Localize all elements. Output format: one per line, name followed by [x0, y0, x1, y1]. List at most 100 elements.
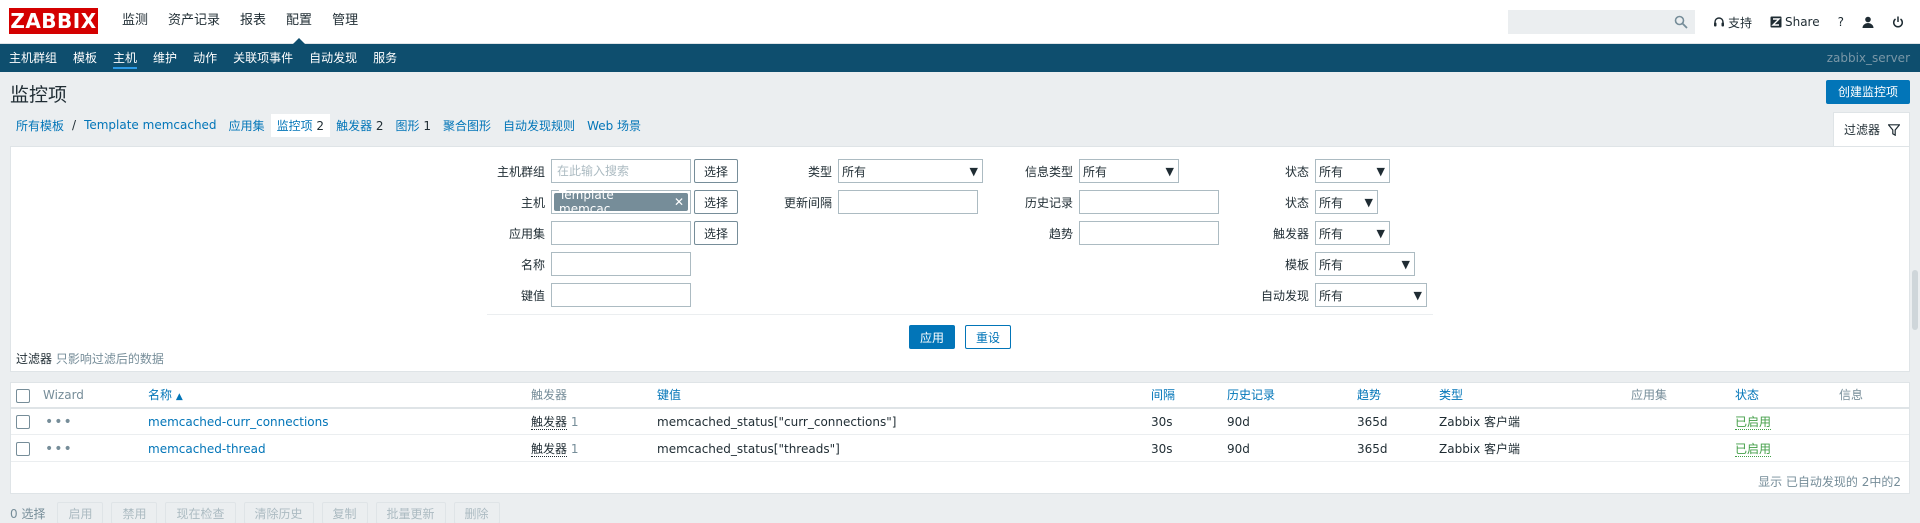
item-name-link[interactable]: memcached-thread: [148, 436, 266, 462]
filter-history-row: 历史记录: [1009, 190, 1219, 214]
filter-update-interval-label: 更新间隔: [783, 195, 832, 210]
filter-host-select-button[interactable]: 选择: [694, 190, 739, 214]
disable-button[interactable]: 禁用: [111, 502, 158, 523]
item-name-link[interactable]: memcached-curr_connections: [148, 409, 328, 435]
col-name[interactable]: 名称 ▲: [148, 383, 183, 409]
item-triggers[interactable]: 触发器 1: [531, 436, 578, 462]
filter-state-select[interactable]: 所有 ▼: [1315, 159, 1390, 183]
select-all-checkbox[interactable]: [16, 389, 30, 403]
submenu-templates[interactable]: 模板: [65, 44, 105, 72]
filter-type-value: 所有: [842, 164, 867, 179]
filter-status-select[interactable]: 所有 ▼: [1315, 190, 1378, 214]
filter-host-group-select-button[interactable]: 选择: [694, 159, 739, 183]
filter-name-input[interactable]: [551, 252, 691, 276]
menu-configuration[interactable]: 配置: [276, 0, 322, 44]
filter-update-interval-input[interactable]: [838, 190, 978, 214]
triggers-link[interactable]: 触发器: [531, 415, 568, 430]
tab-discovery-rules[interactable]: 自动发现规则: [497, 114, 581, 137]
tab-triggers-count: 2: [375, 118, 384, 133]
support-link[interactable]: 支持: [1707, 14, 1758, 31]
filter-discovered-select[interactable]: 所有 ▼: [1315, 283, 1427, 307]
filter-application-select-button[interactable]: 选择: [694, 221, 739, 245]
col-key[interactable]: 键值: [657, 383, 681, 407]
breadcrumb-all-templates[interactable]: 所有模板: [10, 114, 70, 137]
help-link[interactable]: ?: [1832, 15, 1850, 29]
check-now-button[interactable]: 现在检查: [165, 502, 236, 523]
tab-screens[interactable]: 聚合图形: [437, 114, 497, 137]
page-scrollbar[interactable]: [1912, 270, 1918, 330]
item-type: Zabbix 客户端: [1439, 415, 1521, 429]
tab-items[interactable]: 监控项 2: [270, 113, 331, 137]
filter-history-label: 历史记录: [1024, 195, 1073, 210]
row-checkbox[interactable]: [16, 442, 30, 456]
remove-chip-icon[interactable]: ✕: [674, 195, 684, 209]
tab-web-scenarios[interactable]: Web 场景: [581, 114, 647, 137]
col-trends[interactable]: 趋势: [1357, 383, 1381, 407]
filter-info-type-select[interactable]: 所有 ▼: [1079, 159, 1179, 183]
enable-button[interactable]: 启用: [57, 502, 104, 523]
filter-host-multiselect[interactable]: Template memcac... ✕: [551, 188, 691, 216]
filter-application-input[interactable]: [551, 221, 691, 245]
zabbix-logo[interactable]: ZABBIX: [9, 8, 98, 34]
filter-discovered-row: 自动发现 所有 ▼: [1241, 283, 1427, 307]
tab-triggers[interactable]: 触发器 2: [330, 114, 389, 137]
menu-inventory[interactable]: 资产记录: [158, 0, 230, 44]
breadcrumb-template[interactable]: Template memcached: [78, 115, 223, 135]
profile-link[interactable]: [1856, 16, 1880, 28]
status-enabled-link[interactable]: 已启用: [1735, 442, 1772, 457]
filter-key-label: 键值: [520, 288, 545, 303]
submenu-actions[interactable]: 动作: [185, 44, 225, 72]
submenu-hosts[interactable]: 主机: [105, 44, 145, 72]
submenu-services[interactable]: 服务: [365, 44, 405, 72]
submenu-correlation[interactable]: 关联项事件: [225, 44, 301, 72]
support-label: 支持: [1727, 15, 1752, 30]
col-history[interactable]: 历史记录: [1227, 383, 1275, 407]
filter-host-group-input[interactable]: [551, 159, 691, 183]
status-enabled-link[interactable]: 已启用: [1735, 415, 1772, 430]
tab-applications[interactable]: 应用集: [223, 114, 271, 137]
logout-link[interactable]: [1886, 16, 1910, 28]
col-info: 信息: [1839, 388, 1864, 402]
create-item-button[interactable]: 创建监控项: [1825, 80, 1910, 104]
wizard-menu-icon[interactable]: •••: [45, 409, 73, 435]
submenu-host-groups[interactable]: 主机群组: [1, 44, 65, 72]
copy-button[interactable]: 复制: [321, 502, 368, 523]
submenu-discovery[interactable]: 自动发现: [301, 44, 365, 72]
clear-history-button[interactable]: 清除历史: [243, 502, 314, 523]
filter-reset-button[interactable]: 重设: [965, 325, 1012, 349]
wizard-menu-icon[interactable]: •••: [45, 436, 73, 462]
menu-monitoring[interactable]: 监测: [112, 0, 158, 44]
menu-administration[interactable]: 管理: [322, 0, 368, 44]
filter-discovered-label: 自动发现: [1260, 288, 1309, 303]
col-status[interactable]: 状态: [1735, 383, 1759, 407]
delete-button[interactable]: 删除: [453, 502, 500, 523]
triggers-link[interactable]: 触发器: [531, 442, 568, 457]
tab-graphs[interactable]: 图形 1: [390, 114, 437, 137]
col-interval[interactable]: 间隔: [1151, 383, 1175, 407]
item-status[interactable]: 已启用: [1735, 409, 1772, 435]
main-menu: 监测 资产记录 报表 配置 管理: [112, 0, 368, 44]
filter-type-label: 类型: [807, 164, 832, 179]
filter-triggers-select[interactable]: 所有 ▼: [1315, 221, 1390, 245]
share-link[interactable]: Share: [1764, 15, 1826, 29]
filter-application-row: 应用集 选择: [481, 221, 739, 245]
filter-type-select[interactable]: 所有 ▼: [838, 159, 983, 183]
filter-toggle[interactable]: 过滤器: [1833, 112, 1910, 146]
search-icon[interactable]: [1674, 15, 1688, 29]
row-checkbox[interactable]: [16, 415, 30, 429]
filter-host-label: 主机: [520, 195, 545, 210]
filter-key-input[interactable]: [551, 283, 691, 307]
menu-reports[interactable]: 报表: [230, 0, 276, 44]
filter-apply-button[interactable]: 应用: [909, 325, 956, 349]
tab-graphs-label: 图形: [395, 118, 420, 133]
submenu-maintenance[interactable]: 维护: [145, 44, 185, 72]
filter-template-select[interactable]: 所有 ▼: [1315, 252, 1415, 276]
page-header: 监控项 创建监控项: [0, 72, 1920, 112]
mass-update-button[interactable]: 批量更新: [375, 502, 446, 523]
global-search-input[interactable]: [1508, 11, 1694, 33]
item-status[interactable]: 已启用: [1735, 436, 1772, 462]
item-triggers[interactable]: 触发器 1: [531, 409, 578, 435]
filter-history-input[interactable]: [1079, 190, 1219, 214]
filter-trends-input[interactable]: [1079, 221, 1219, 245]
col-type[interactable]: 类型: [1439, 383, 1463, 407]
